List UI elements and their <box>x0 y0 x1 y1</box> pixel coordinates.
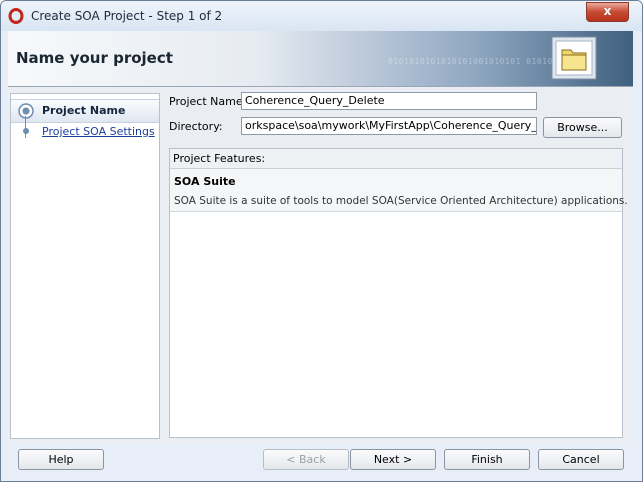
cancel-button[interactable]: Cancel <box>538 449 624 470</box>
project-name-input[interactable]: Coherence_Query_Delete <box>241 92 537 110</box>
help-button[interactable]: Help <box>18 449 104 470</box>
back-button[interactable]: < Back <box>263 449 349 470</box>
window-title: Create SOA Project - Step 1 of 2 <box>31 9 223 23</box>
next-button[interactable]: Next > <box>350 449 436 470</box>
directory-input[interactable]: orkspace\soa\mywork\MyFirstApp\Coherence… <box>241 117 537 135</box>
wizard-content: Project Name Project SOA Settings Projec… <box>8 87 633 443</box>
feature-name: SOA Suite <box>174 175 236 188</box>
step-dot-icon <box>23 128 29 134</box>
feature-description: SOA Suite is a suite of tools to model S… <box>174 195 628 207</box>
page-title: Name your project <box>16 49 173 67</box>
project-name-label: Project Name: <box>169 95 247 108</box>
close-icon[interactable]: x <box>586 2 629 22</box>
dialog-window: Create SOA Project - Step 1 of 2 x Name … <box>0 0 643 482</box>
step-project-soa-settings[interactable]: Project SOA Settings <box>11 121 159 143</box>
project-features-panel: Project Features: SOA Suite SOA Suite is… <box>169 148 628 438</box>
title-bar[interactable]: Create SOA Project - Step 1 of 2 x <box>1 1 642 31</box>
step-label: Project SOA Settings <box>42 125 155 138</box>
step-project-name[interactable]: Project Name <box>11 99 159 123</box>
finish-button[interactable]: Finish <box>444 449 530 470</box>
steps-panel: Project Name Project SOA Settings <box>10 93 160 439</box>
wizard-header: Name your project 0101010101010101001010… <box>8 31 633 87</box>
browse-button[interactable]: Browse... <box>543 117 622 138</box>
step-label: Project Name <box>42 104 126 117</box>
feature-item-soa-suite[interactable]: SOA Suite SOA Suite is a suite of tools … <box>170 169 628 212</box>
features-header: Project Features: <box>170 149 622 169</box>
oracle-app-icon <box>8 8 24 24</box>
folder-icon <box>551 36 597 80</box>
current-step-icon <box>18 103 34 119</box>
button-bar: Help < Back Next > Finish Cancel <box>8 443 633 477</box>
directory-label: Directory: <box>169 120 223 133</box>
